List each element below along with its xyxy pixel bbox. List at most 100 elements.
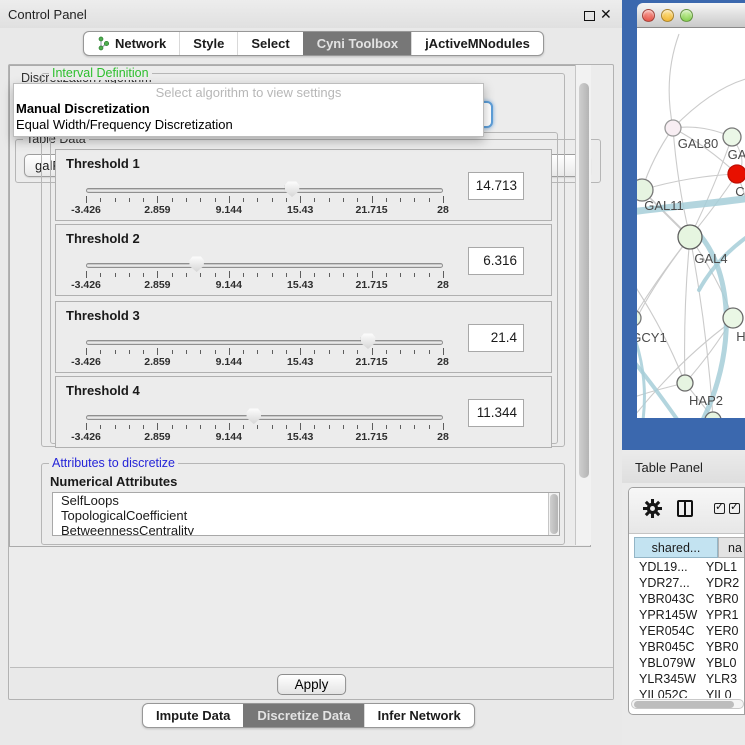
cyni-toolbox-panel: Discretization Algorithm Select algorith… — [8, 64, 614, 700]
slider-tick — [172, 198, 173, 202]
table-row[interactable]: YBR043CYBR0 — [634, 591, 745, 607]
float-window-icon[interactable] — [584, 11, 595, 21]
slider-tick-label: -3.426 — [71, 279, 101, 291]
slider-tick — [243, 425, 244, 429]
slider-tick — [86, 196, 87, 203]
network-node[interactable] — [723, 128, 741, 146]
slider-tick — [286, 273, 287, 277]
threshold-1-box: Threshold 1-3.4262.8599.14415.4321.71528… — [55, 149, 552, 221]
slider-tick-label: 21.715 — [356, 356, 388, 368]
table-horizontal-scrollbar[interactable] — [631, 699, 744, 709]
tab-style[interactable]: Style — [179, 32, 237, 55]
attribute-item-topologicalcoefficient[interactable]: TopologicalCoefficient — [53, 508, 559, 523]
slider-tick — [272, 350, 273, 354]
attributes-group-title: Attributes to discretize — [49, 456, 178, 470]
slider-tick — [129, 425, 130, 429]
tab-impute-data[interactable]: Impute Data — [143, 704, 243, 727]
list-scrollbar[interactable] — [548, 493, 559, 535]
network-node[interactable] — [723, 308, 743, 328]
threshold-1-slider-thumb[interactable] — [285, 181, 300, 197]
slider-tick — [172, 350, 173, 354]
slider-tick-label: 15.43 — [287, 356, 313, 368]
close-icon[interactable]: ✕ — [600, 6, 612, 23]
threshold-2-label: Threshold 2 — [66, 231, 140, 246]
network-canvas[interactable]: GAL80GACGAL11GAL4GCY1HHAP2 — [637, 28, 745, 418]
panel-title: Control Panel — [8, 7, 87, 22]
slider-tick — [200, 425, 201, 429]
table-row[interactable]: YBL079WYBL0 — [634, 655, 745, 671]
threshold-1-slider-track[interactable] — [86, 188, 443, 193]
threshold-4-value-field[interactable]: 11.344 — [468, 399, 524, 427]
dropdown-placeholder-item[interactable]: Select algorithm to view settings — [14, 84, 483, 101]
threshold-2-value-field[interactable]: 6.316 — [468, 247, 524, 275]
threshold-3-value-field[interactable]: 21.4 — [468, 324, 524, 352]
network-node[interactable] — [678, 225, 702, 249]
checkbox-icon[interactable] — [729, 503, 740, 514]
thresholds-group: Threshold's Coordinates for 5 Intervals … — [50, 132, 558, 444]
cell-shared-name: YLR345W — [634, 671, 699, 687]
threshold-4-slider-track[interactable] — [86, 415, 443, 420]
numerical-attributes-list[interactable]: SelfLoopsTopologicalCoefficientBetweenne… — [52, 492, 560, 536]
slider-tick — [200, 273, 201, 277]
slider-tick — [86, 423, 87, 430]
close-traffic-light[interactable] — [642, 9, 655, 22]
threshold-3-slider-thumb[interactable] — [361, 333, 376, 349]
table-row[interactable]: YDR27...YDR2 — [634, 575, 745, 591]
tab-select[interactable]: Select — [237, 32, 302, 55]
checkbox-icon[interactable] — [714, 503, 725, 514]
table-rows: YDL19...YDL1YDR27...YDR2YBR043CYBR0YPR14… — [634, 559, 745, 698]
cell-shared-name: YBR045C — [634, 639, 699, 655]
panel-scrollbar[interactable] — [575, 65, 591, 545]
attribute-item-betweennesscentrality[interactable]: BetweennessCentrality — [53, 523, 559, 536]
threshold-2-slider-track[interactable] — [86, 263, 443, 268]
tab-network[interactable]: Network — [84, 32, 179, 55]
threshold-4-slider-thumb[interactable] — [246, 408, 261, 424]
table-row[interactable]: YER054CYER0 — [634, 623, 745, 639]
settings-scroll-area: Interval Definition Number of Intervals … — [9, 65, 591, 547]
zoom-traffic-light[interactable] — [680, 9, 693, 22]
slider-tick-label: 9.144 — [216, 204, 242, 216]
column-header-shared-name[interactable]: shared... — [634, 537, 718, 558]
slider-tick-label: 28 — [437, 431, 449, 443]
table-row[interactable]: YLR345WYLR3 — [634, 671, 745, 687]
tab-cyni-toolbox[interactable]: Cyni Toolbox — [303, 32, 411, 55]
attribute-item-selfloops[interactable]: SelfLoops — [53, 493, 559, 508]
table-row[interactable]: YIL052CYIL0 — [634, 687, 745, 698]
column-selector-icon[interactable] — [677, 500, 693, 517]
dropdown-item-equal-width[interactable]: Equal Width/Frequency Discretization — [14, 117, 483, 133]
network-node[interactable] — [677, 375, 693, 391]
table-row[interactable]: YPR145WYPR1 — [634, 607, 745, 623]
slider-tick — [129, 350, 130, 354]
minimize-traffic-light[interactable] — [661, 9, 674, 22]
threshold-2-slider-thumb[interactable] — [189, 256, 204, 272]
gear-icon[interactable] — [643, 499, 662, 518]
cell-name: YDL1 — [699, 559, 745, 575]
table-row[interactable]: YBR045CYBR0 — [634, 639, 745, 655]
apply-button[interactable]: Apply — [277, 674, 347, 695]
slider-tick — [386, 273, 387, 277]
slider-tick — [400, 273, 401, 277]
tab-label: Discretize Data — [257, 708, 350, 723]
slider-tick-label: -3.426 — [71, 356, 101, 368]
column-header-name[interactable]: na — [718, 537, 745, 558]
dropdown-item-manual-discretization[interactable]: Manual Discretization — [14, 101, 483, 117]
tab-discretize-data[interactable]: Discretize Data — [243, 704, 363, 727]
slider-tick — [372, 271, 373, 278]
slider-tick — [443, 423, 444, 430]
network-node[interactable] — [637, 310, 641, 326]
tab-jactivemnodules[interactable]: jActiveMNodules — [411, 32, 543, 55]
slider-tick — [314, 350, 315, 354]
threshold-3-slider-track[interactable] — [86, 340, 443, 345]
slider-tick — [429, 425, 430, 429]
threshold-1-value-field[interactable]: 14.713 — [468, 172, 524, 200]
slider-tick — [429, 198, 430, 202]
slider-tick-label: 28 — [437, 279, 449, 291]
slider-tick — [414, 350, 415, 354]
network-node[interactable] — [728, 165, 745, 183]
network-node[interactable] — [665, 120, 681, 136]
tab-label: Cyni Toolbox — [317, 36, 398, 51]
slider-tick — [414, 425, 415, 429]
network-window-titlebar[interactable] — [637, 3, 745, 28]
table-row[interactable]: YDL19...YDL1 — [634, 559, 745, 575]
tab-infer-network[interactable]: Infer Network — [364, 704, 474, 727]
